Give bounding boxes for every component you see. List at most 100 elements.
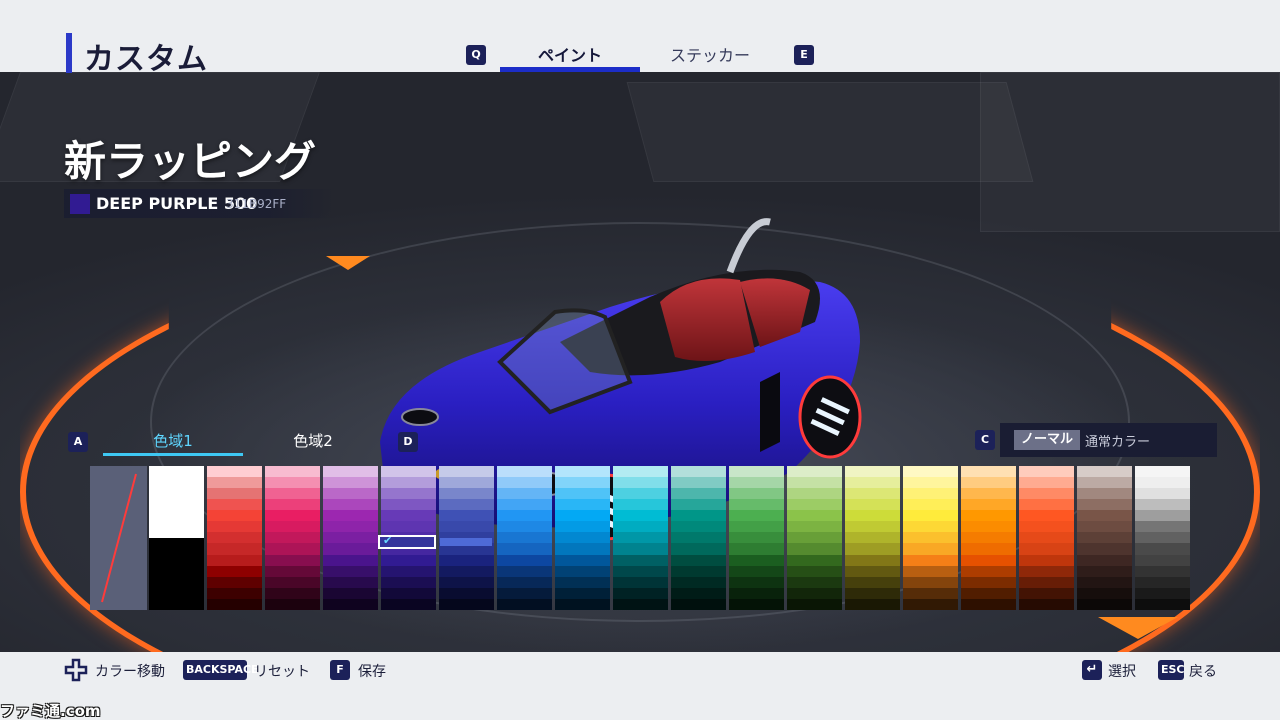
color-swatch[interactable] — [787, 510, 842, 522]
color-swatch[interactable] — [207, 576, 262, 588]
color-swatch[interactable] — [729, 587, 784, 599]
palette-column[interactable] — [787, 466, 842, 610]
color-swatch[interactable] — [497, 499, 552, 511]
color-swatch[interactable] — [497, 488, 552, 500]
color-swatch[interactable] — [497, 598, 552, 610]
color-swatch[interactable] — [671, 598, 726, 610]
color-swatch[interactable] — [671, 554, 726, 566]
color-swatch[interactable] — [207, 554, 262, 566]
color-swatch[interactable] — [671, 587, 726, 599]
color-swatch[interactable] — [845, 477, 900, 489]
color-swatch[interactable] — [1135, 488, 1190, 500]
color-swatch[interactable] — [555, 565, 610, 577]
color-swatch[interactable] — [323, 576, 378, 588]
color-swatch[interactable] — [555, 521, 610, 533]
color-swatch[interactable] — [497, 587, 552, 599]
mode-key[interactable]: C — [975, 430, 995, 450]
color-swatch[interactable] — [1077, 499, 1132, 511]
color-swatch[interactable] — [903, 510, 958, 522]
color-swatch[interactable] — [729, 488, 784, 500]
color-swatch[interactable] — [961, 477, 1016, 489]
color-swatch[interactable] — [381, 554, 436, 566]
color-swatch[interactable] — [439, 521, 494, 533]
color-swatch[interactable] — [613, 565, 668, 577]
color-swatch[interactable] — [845, 554, 900, 566]
color-swatch[interactable] — [903, 554, 958, 566]
color-swatch[interactable] — [787, 499, 842, 511]
tab-sticker[interactable]: ステッカー — [640, 42, 780, 66]
color-swatch[interactable] — [555, 499, 610, 511]
color-swatch[interactable] — [381, 466, 436, 478]
color-swatch[interactable] — [265, 488, 320, 500]
palette-column[interactable] — [845, 466, 900, 610]
palette-column[interactable] — [1135, 466, 1190, 610]
color-swatch[interactable] — [1077, 554, 1132, 566]
color-swatch[interactable] — [961, 488, 1016, 500]
color-swatch[interactable] — [903, 499, 958, 511]
color-swatch[interactable] — [845, 587, 900, 599]
color-swatch[interactable] — [265, 532, 320, 544]
color-swatch[interactable] — [961, 587, 1016, 599]
color-swatch[interactable] — [265, 565, 320, 577]
color-swatch[interactable] — [1077, 576, 1132, 588]
color-swatch[interactable] — [323, 565, 378, 577]
color-swatch[interactable] — [323, 543, 378, 555]
color-swatch[interactable] — [207, 521, 262, 533]
color-swatch[interactable] — [613, 521, 668, 533]
color-swatch[interactable] — [207, 488, 262, 500]
color-swatch[interactable] — [961, 565, 1016, 577]
color-swatch[interactable] — [323, 554, 378, 566]
color-swatch[interactable] — [1019, 598, 1074, 610]
color-swatch[interactable] — [729, 510, 784, 522]
color-swatch[interactable] — [903, 576, 958, 588]
color-swatch[interactable] — [1019, 532, 1074, 544]
color-swatch[interactable] — [265, 477, 320, 489]
color-swatch[interactable] — [555, 477, 610, 489]
color-swatch[interactable] — [1135, 543, 1190, 555]
color-swatch[interactable] — [1077, 510, 1132, 522]
color-swatch[interactable] — [497, 565, 552, 577]
color-swatch[interactable] — [439, 598, 494, 610]
color-swatch[interactable] — [787, 477, 842, 489]
color-swatch[interactable] — [787, 576, 842, 588]
color-swatch[interactable] — [1077, 466, 1132, 478]
color-swatch[interactable] — [671, 499, 726, 511]
color-swatch[interactable] — [381, 477, 436, 489]
color-swatch[interactable] — [149, 466, 204, 538]
color-swatch[interactable] — [729, 598, 784, 610]
color-swatch[interactable] — [1077, 543, 1132, 555]
prev-palette-key[interactable]: A — [68, 432, 88, 452]
color-swatch[interactable] — [1019, 554, 1074, 566]
color-swatch[interactable] — [207, 499, 262, 511]
color-swatch[interactable] — [845, 565, 900, 577]
color-swatch[interactable] — [265, 466, 320, 478]
color-swatch[interactable] — [1019, 565, 1074, 577]
color-swatch[interactable] — [903, 466, 958, 478]
color-swatch[interactable] — [323, 521, 378, 533]
color-swatch[interactable] — [1019, 576, 1074, 588]
color-swatch[interactable] — [903, 565, 958, 577]
next-tab-key[interactable]: E — [794, 45, 814, 65]
color-swatch[interactable] — [903, 598, 958, 610]
color-swatch[interactable] — [497, 554, 552, 566]
color-swatch[interactable] — [265, 510, 320, 522]
color-selector-cursor[interactable]: ✔ — [378, 534, 436, 549]
color-swatch[interactable] — [265, 598, 320, 610]
color-swatch[interactable] — [323, 488, 378, 500]
color-swatch[interactable] — [497, 576, 552, 588]
color-swatch[interactable] — [671, 543, 726, 555]
color-swatch[interactable] — [787, 554, 842, 566]
color-swatch[interactable] — [555, 587, 610, 599]
color-swatch[interactable] — [439, 488, 494, 500]
color-swatch[interactable] — [555, 510, 610, 522]
color-swatch[interactable] — [1135, 532, 1190, 544]
color-swatch[interactable] — [845, 543, 900, 555]
color-swatch[interactable] — [265, 554, 320, 566]
palette-column[interactable] — [1077, 466, 1132, 610]
color-swatch[interactable] — [845, 598, 900, 610]
color-swatch[interactable] — [207, 565, 262, 577]
palette-column[interactable] — [903, 466, 958, 610]
color-swatch[interactable] — [1135, 499, 1190, 511]
palette-column[interactable] — [207, 466, 262, 610]
color-swatch[interactable] — [207, 477, 262, 489]
